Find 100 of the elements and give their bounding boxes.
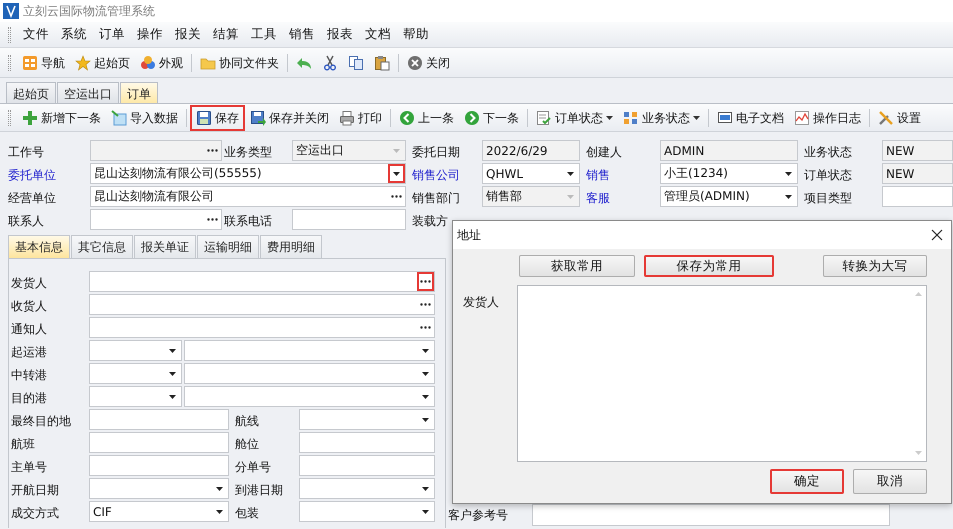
document-tab[interactable]: 订单	[120, 82, 158, 103]
menu-item[interactable]: 销售	[283, 25, 321, 44]
dropdown-field[interactable]	[89, 340, 182, 361]
text-field[interactable]	[89, 294, 435, 315]
toolbar-button[interactable]: 业务状态	[618, 106, 705, 130]
grid-icon	[22, 54, 38, 70]
toolbar-button[interactable]: 新增下一条	[17, 106, 106, 130]
dialog-button[interactable]: 转换为大写	[823, 255, 927, 277]
menu-item[interactable]: 文件	[17, 25, 55, 44]
sub-tab[interactable]: 费用明细	[260, 235, 322, 258]
dialog-button[interactable]: 取消	[853, 469, 927, 494]
text-field[interactable]	[89, 409, 229, 430]
toolbar-button[interactable]: 设置	[873, 106, 926, 130]
toolbar-button[interactable]: 外观	[135, 50, 188, 74]
caret-icon	[393, 148, 400, 152]
field-label: 航线	[234, 413, 260, 430]
toolbar-button[interactable]: 订单状态	[531, 106, 618, 130]
scroll-up-icon[interactable]	[914, 292, 922, 296]
document-tab[interactable]: 空运出口	[57, 82, 119, 103]
dropdown-field[interactable]	[184, 386, 435, 407]
text-field[interactable]	[89, 271, 435, 292]
dialog-button[interactable]: 获取常用	[519, 255, 635, 277]
menu-item[interactable]: 工具	[245, 25, 283, 44]
field-label: 到港日期	[234, 482, 284, 499]
dropdown-field[interactable]: 小王(1234)	[660, 163, 798, 184]
menu-item[interactable]: 报表	[321, 25, 359, 44]
toolbar-button[interactable]: 起始页	[70, 50, 135, 74]
dialog-button[interactable]: 保存为常用	[644, 255, 774, 277]
menu-item[interactable]: 报关	[169, 25, 207, 44]
field-label: 联系人	[8, 213, 45, 230]
sub-tab[interactable]: 报关单证	[134, 235, 196, 258]
caret-icon	[785, 194, 792, 198]
dropdown-field[interactable]	[299, 478, 435, 499]
field-label: 主单号	[10, 459, 48, 476]
sub-tab[interactable]: 基本信息	[8, 235, 70, 258]
menu-item[interactable]: 订单	[93, 25, 131, 44]
dialog-button[interactable]: 确定	[770, 469, 844, 494]
caret-icon	[567, 172, 574, 176]
field-label: 起运港	[10, 344, 48, 361]
dropdown-button[interactable]	[388, 164, 405, 183]
field-link[interactable]: 销售	[582, 163, 658, 184]
color-balls-icon	[140, 54, 156, 70]
dropdown-field[interactable]: CIF	[89, 501, 229, 522]
scroll-down-icon[interactable]	[914, 451, 922, 455]
toolbar-button[interactable]: 电子文档	[712, 106, 789, 130]
text-field[interactable]	[292, 209, 406, 230]
toolbar-button[interactable]: 协同文件夹	[195, 50, 284, 74]
menu-item[interactable]: 帮助	[397, 25, 435, 44]
menu-item[interactable]: 文档	[359, 25, 397, 44]
sub-tab[interactable]: 其它信息	[71, 235, 133, 258]
toolbar-button[interactable]: 保存并关闭	[245, 106, 334, 130]
menu-item[interactable]: 结算	[207, 25, 245, 44]
field-label: 收货人	[10, 298, 48, 315]
text-field[interactable]	[90, 209, 222, 230]
dropdown-field[interactable]	[89, 363, 182, 384]
caret-icon	[422, 510, 429, 514]
toolbar-button[interactable]: 操作日志	[789, 106, 866, 130]
dropdown-field[interactable]	[299, 409, 435, 430]
dropdown-field[interactable]	[184, 340, 435, 361]
dropdown-field[interactable]	[89, 478, 229, 499]
text-field[interactable]	[299, 432, 435, 453]
caret-icon	[422, 348, 429, 352]
toolbar-button[interactable]: 打印	[334, 106, 387, 130]
document-tab[interactable]: 起始页	[6, 82, 56, 103]
field-link[interactable]: 销售公司	[408, 163, 480, 184]
dropdown-field[interactable]	[89, 386, 182, 407]
dropdown-field[interactable]	[184, 363, 435, 384]
app-logo-icon	[3, 3, 19, 19]
caret-icon	[169, 372, 176, 376]
field-label: 发货人	[463, 294, 500, 311]
text-field[interactable]	[299, 455, 435, 476]
menu-item[interactable]: 操作	[131, 25, 169, 44]
toolbar-button[interactable]: 导航	[17, 50, 70, 74]
ellipsis-button[interactable]	[417, 272, 434, 291]
toolbar-button[interactable]: 关闭	[402, 50, 455, 74]
dropdown-field[interactable]: 管理员(ADMIN)	[660, 186, 798, 207]
text-field[interactable]	[89, 317, 435, 338]
sub-tab[interactable]: 运输明细	[197, 235, 259, 258]
text-field[interactable]	[89, 432, 229, 453]
toolbar-button[interactable]: 上一条	[394, 106, 459, 130]
text-field[interactable]	[89, 455, 229, 476]
field-label: 成交方式	[10, 505, 60, 522]
ellipsis-icon	[391, 195, 402, 198]
menu-item[interactable]: 系统	[55, 25, 93, 44]
dropdown-field[interactable]: QHWL	[482, 163, 580, 184]
field-link[interactable]: 客服	[582, 186, 658, 207]
caret-icon	[169, 348, 176, 352]
window-title: 立刻云国际物流管理系统	[23, 3, 155, 20]
text-field[interactable]	[532, 504, 890, 526]
toolbar-button[interactable]: 导入数据	[106, 106, 183, 130]
dropdown-field[interactable]: 昆山达刻物流有限公司(55555)	[90, 163, 406, 184]
toolbar-button[interactable]: 保存	[190, 104, 245, 130]
text-field[interactable]: 昆山达刻物流有限公司	[90, 186, 406, 207]
dropdown-field[interactable]	[299, 501, 435, 522]
caret-icon	[216, 510, 223, 514]
field-link[interactable]: 委托单位	[8, 163, 88, 184]
ellipsis-icon	[420, 326, 431, 329]
save-icon	[196, 110, 212, 126]
text-field[interactable]	[882, 186, 953, 207]
toolbar-button[interactable]: 下一条	[459, 106, 524, 130]
